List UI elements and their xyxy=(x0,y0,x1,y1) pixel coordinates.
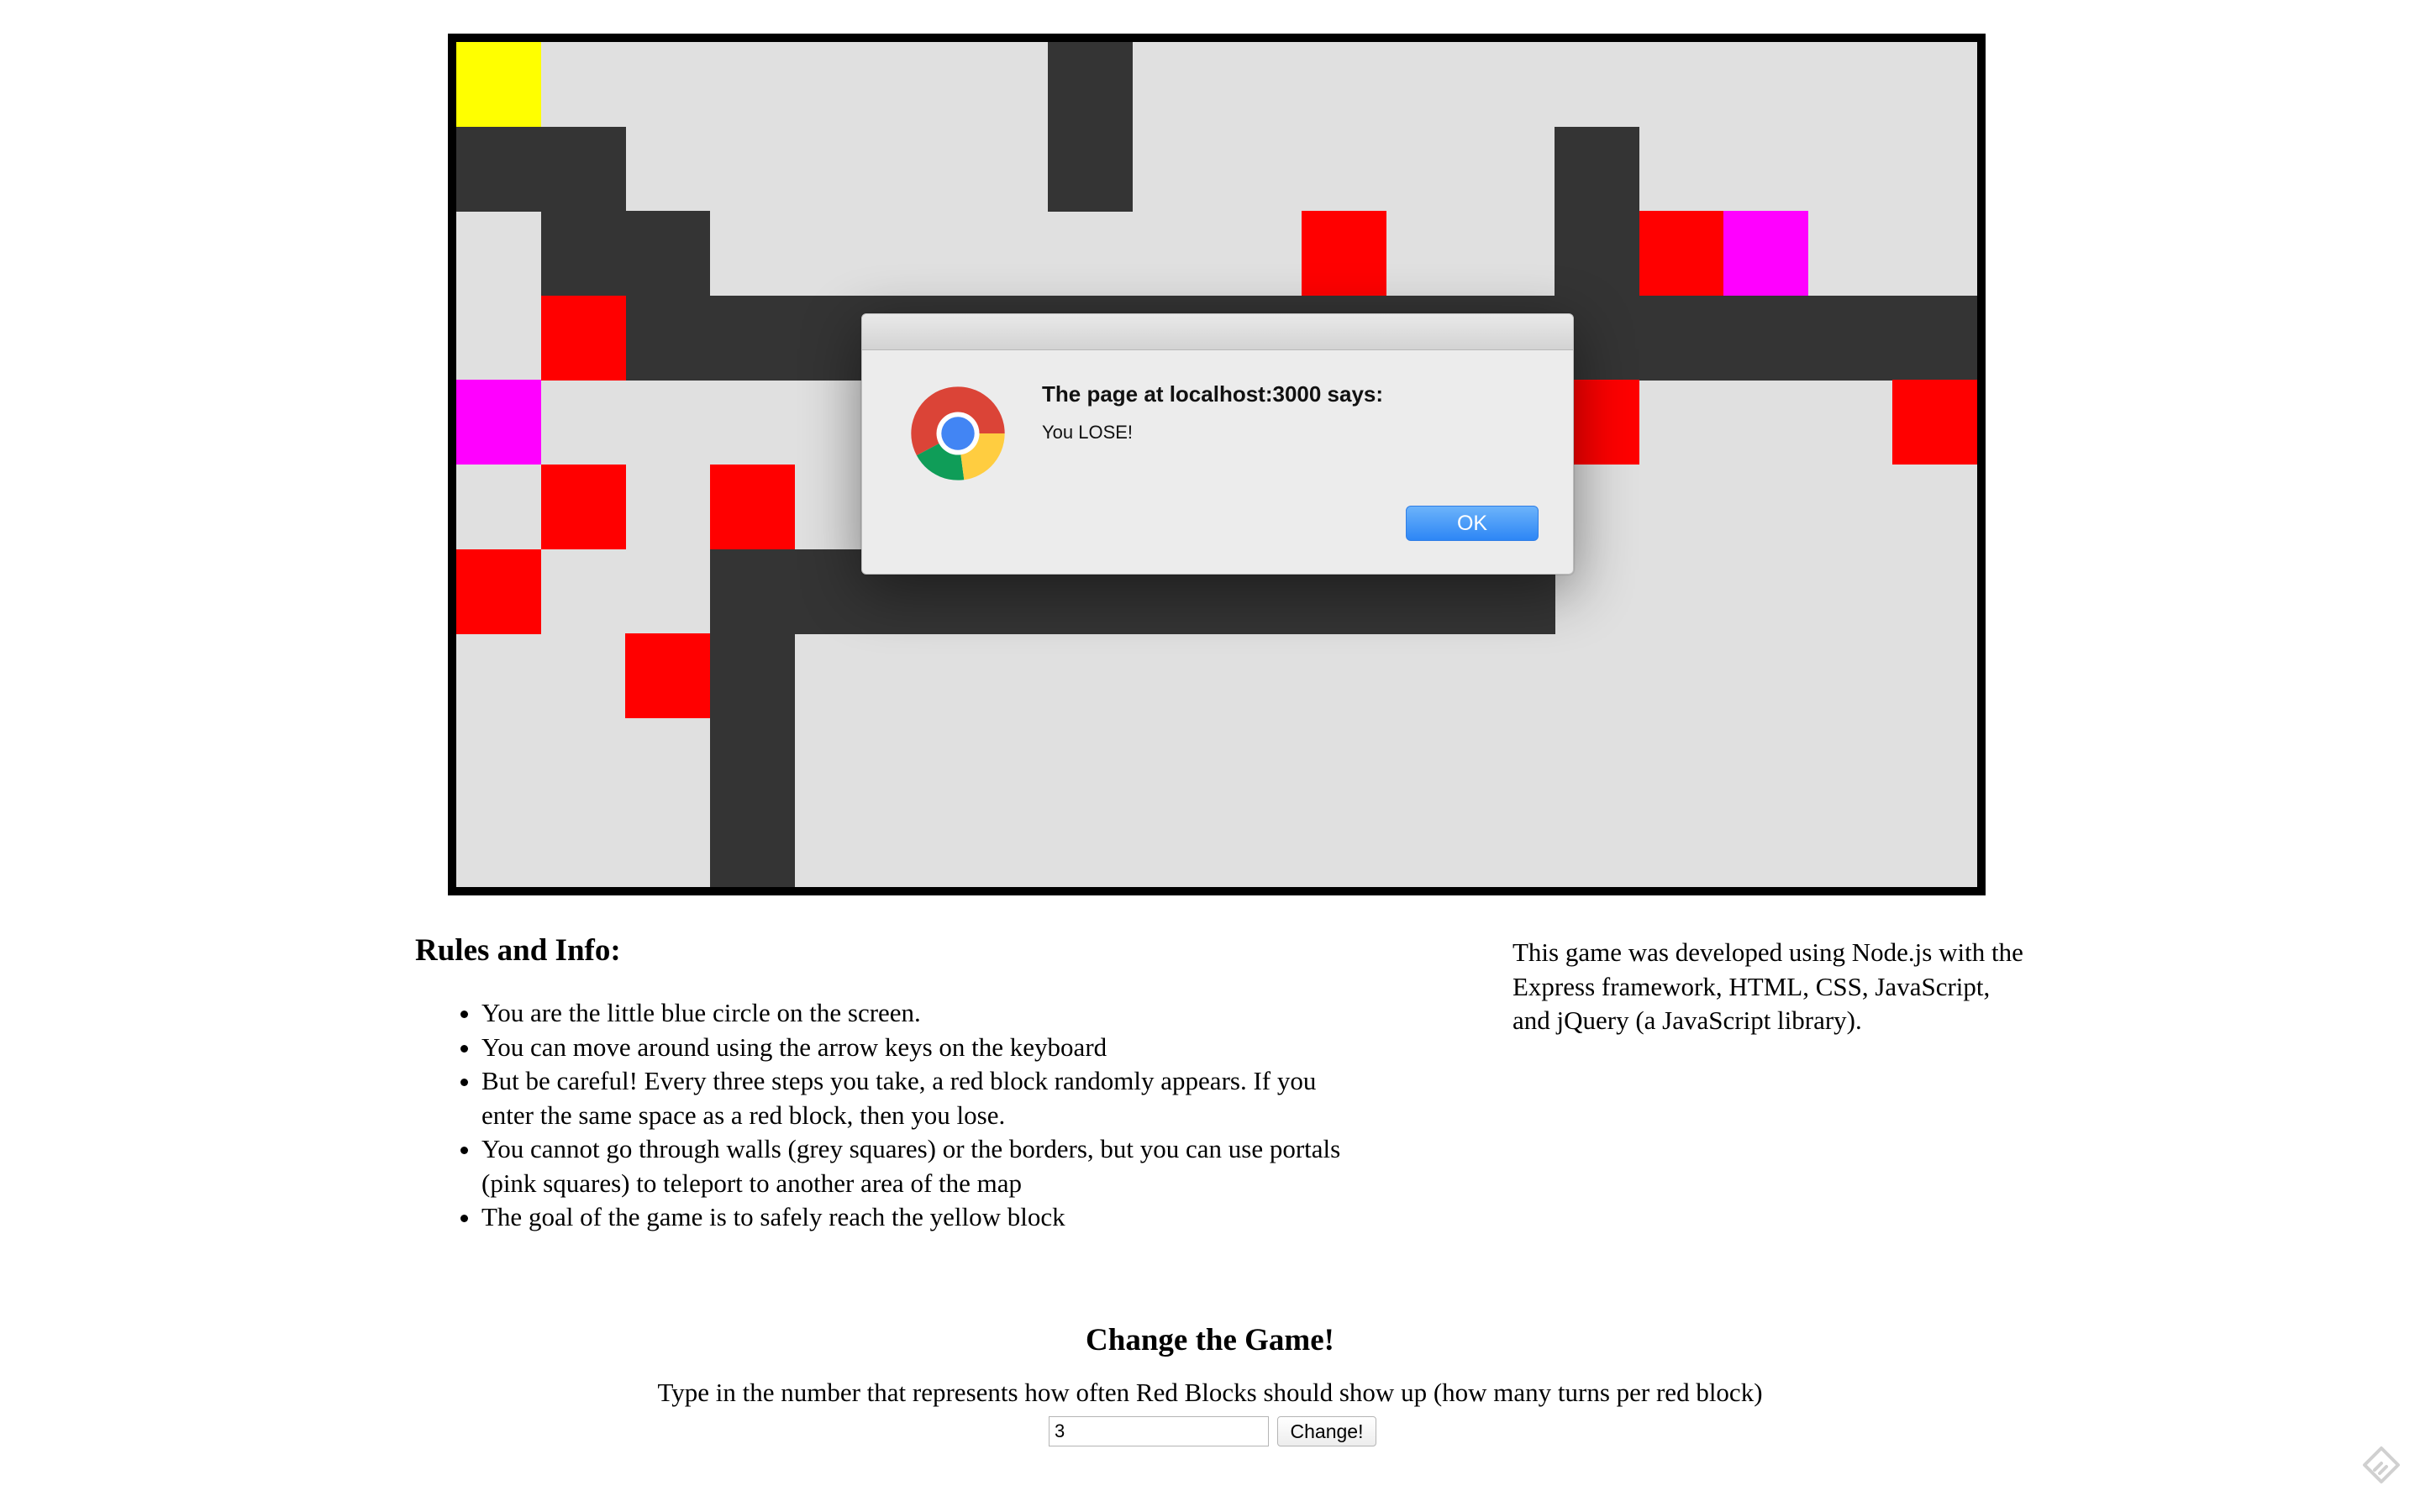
portal-cell xyxy=(456,380,541,465)
wall-cell xyxy=(456,126,541,212)
wall-cell xyxy=(540,126,626,212)
red-block-cell xyxy=(540,295,626,381)
rule-item: You cannot go through walls (grey square… xyxy=(481,1132,1372,1200)
rules-title: Rules and Info: xyxy=(415,933,621,968)
wall-cell xyxy=(709,802,795,887)
about-text: This game was developed using Node.js wi… xyxy=(1512,937,2023,1035)
rule-item: The goal of the game is to safely reach … xyxy=(481,1200,1372,1235)
change-game-description: Type in the number that represents how o… xyxy=(657,1378,1763,1407)
rules-list: You are the little blue circle on the sc… xyxy=(448,996,1372,1235)
red-block-cell xyxy=(1639,211,1724,297)
wall-cell xyxy=(1892,295,1977,381)
wall-cell xyxy=(1555,211,1640,297)
wall-cell xyxy=(625,295,711,381)
red-block-cell xyxy=(456,549,541,634)
dialog-message: You LOSE! xyxy=(1042,422,1134,443)
page: Rules and Info: You are the little blue … xyxy=(0,0,2420,1512)
ok-button[interactable]: OK xyxy=(1406,506,1539,541)
change-game-title: Change the Game! xyxy=(1086,1323,1334,1357)
wall-cell xyxy=(709,633,795,719)
red-block-cell xyxy=(540,465,626,549)
portal-cell xyxy=(1723,211,1809,297)
rule-item: But be careful! Every three steps you ta… xyxy=(481,1064,1372,1132)
wall-cell xyxy=(625,211,711,297)
dialog-titlebar xyxy=(862,314,1573,350)
red-block-cell xyxy=(1301,211,1386,297)
wall-cell xyxy=(709,295,795,381)
red-block-frequency-input[interactable] xyxy=(1049,1416,1269,1446)
wall-cell xyxy=(1723,295,1809,381)
rule-item: You are the little blue circle on the sc… xyxy=(481,996,1372,1031)
dialog-heading: The page at localhost:3000 says: xyxy=(1042,381,1384,407)
goal-cell xyxy=(456,42,541,127)
red-block-cell xyxy=(625,633,711,719)
wall-cell xyxy=(1047,42,1133,127)
wall-cell xyxy=(1047,126,1133,212)
wall-cell xyxy=(1807,295,1893,381)
wall-cell xyxy=(1639,295,1724,381)
feedly-icon[interactable] xyxy=(2361,1445,2402,1485)
red-block-cell xyxy=(1892,380,1977,465)
wall-cell xyxy=(709,549,795,634)
wall-cell xyxy=(709,717,795,803)
rule-item: You can move around using the arrow keys… xyxy=(481,1031,1372,1065)
alert-dialog: The page at localhost:3000 says: You LOS… xyxy=(861,313,1574,575)
wall-cell xyxy=(1555,126,1640,212)
red-block-cell xyxy=(709,465,795,549)
change-button[interactable]: Change! xyxy=(1277,1416,1376,1446)
wall-cell xyxy=(540,211,626,297)
chrome-logo-icon xyxy=(911,386,1005,480)
